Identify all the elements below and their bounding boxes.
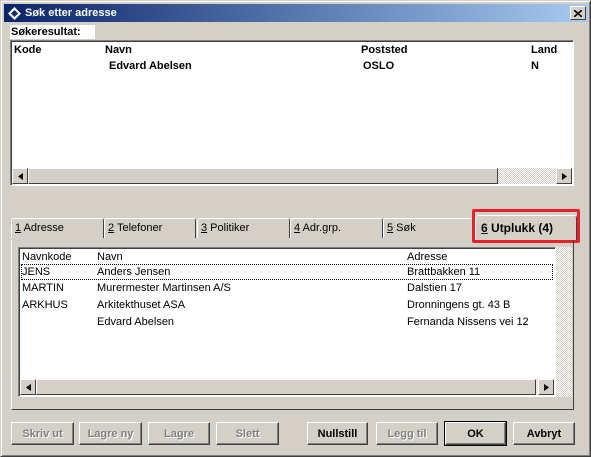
tab-adr-grp[interactable]: 4 Adr.grp. bbox=[290, 218, 383, 238]
cell-navn: Anders Jensen bbox=[97, 266, 171, 278]
list-item[interactable]: ARKHUS Arkitekthuset ASA Dronningens gt.… bbox=[21, 298, 553, 314]
lagre-ny-button[interactable]: Lagre ny bbox=[79, 422, 142, 445]
list-hscrollbar[interactable] bbox=[20, 379, 554, 395]
arrow-right-icon bbox=[543, 383, 549, 391]
cell-poststed: OSLO bbox=[363, 60, 395, 72]
list-item[interactable]: Edvard Abelsen Fernanda Nissens vei 12 bbox=[21, 315, 553, 331]
column-header-navn[interactable]: Navn bbox=[105, 44, 132, 56]
tab-adresse[interactable]: 1 Adresse bbox=[11, 218, 104, 238]
cell-adresse: Dalstien 17 bbox=[407, 282, 463, 294]
column-header-navn[interactable]: Navn bbox=[97, 251, 123, 263]
highlight-annotation bbox=[472, 209, 580, 243]
cell-navn: Edvard Abelsen bbox=[109, 60, 192, 72]
skriv-ut-button[interactable]: Skriv ut bbox=[11, 422, 74, 445]
list-header: Navnkode Navn Adresse bbox=[21, 250, 553, 264]
slett-button[interactable]: Slett bbox=[216, 422, 279, 445]
arrow-left-icon bbox=[25, 383, 31, 391]
column-header-land[interactable]: Land bbox=[531, 44, 557, 56]
column-header-poststed[interactable]: Poststed bbox=[361, 44, 407, 56]
utplukk-list[interactable]: Navnkode Navn Adresse JENS Anders Jensen… bbox=[18, 247, 556, 397]
legg-til-button[interactable]: Legg til bbox=[376, 422, 438, 445]
arrow-left-icon bbox=[17, 172, 23, 180]
scroll-right-button[interactable] bbox=[556, 168, 572, 184]
window-title: Søk etter adresse bbox=[25, 7, 117, 19]
arrow-right-icon bbox=[561, 172, 567, 180]
list-item[interactable]: MARTIN Murermester Martinsen A/S Dalstie… bbox=[21, 281, 553, 297]
tab-sok[interactable]: 5 Søk bbox=[383, 218, 475, 238]
results-header: Kode Navn Poststed Land bbox=[13, 43, 571, 58]
scroll-right-button[interactable] bbox=[538, 379, 554, 395]
cell-navn: Murermester Martinsen A/S bbox=[97, 282, 231, 294]
column-header-adresse[interactable]: Adresse bbox=[407, 251, 447, 263]
nullstill-button[interactable]: Nullstill bbox=[307, 422, 368, 445]
list-vscrollbar[interactable] bbox=[556, 247, 572, 397]
lagre-button[interactable]: Lagre bbox=[148, 422, 210, 445]
cell-adresse: Brattbakken 11 bbox=[407, 266, 481, 278]
cell-navnkode: ARKHUS bbox=[22, 299, 68, 311]
cell-land: N bbox=[531, 60, 539, 72]
close-button[interactable] bbox=[570, 6, 586, 20]
avbryt-button[interactable]: Avbryt bbox=[513, 422, 575, 445]
scroll-left-button[interactable] bbox=[12, 168, 28, 184]
results-hscrollbar[interactable] bbox=[12, 168, 572, 184]
table-row[interactable]: Edvard Abelsen OSLO N bbox=[13, 59, 571, 73]
list-item[interactable]: JENS Anders Jensen Brattbakken 11 bbox=[21, 264, 553, 280]
column-header-kode[interactable]: Kode bbox=[14, 44, 42, 56]
title-bar[interactable]: Søk etter adresse bbox=[4, 4, 588, 22]
results-label: Søkeresultat: bbox=[10, 25, 95, 39]
ok-button[interactable]: OK bbox=[444, 421, 507, 446]
app-icon bbox=[7, 6, 21, 20]
tab-telefoner[interactable]: 2 Telefoner bbox=[104, 218, 196, 238]
cell-navn: Edvard Abelsen bbox=[97, 316, 175, 328]
cell-adresse: Dronningens gt. 43 B bbox=[407, 299, 511, 311]
cell-navn: Arkitekthuset ASA bbox=[97, 299, 186, 311]
close-icon bbox=[574, 9, 582, 17]
scroll-thumb[interactable] bbox=[36, 379, 536, 395]
results-table[interactable]: Kode Navn Poststed Land Edvard Abelsen O… bbox=[10, 40, 574, 186]
scroll-thumb[interactable] bbox=[28, 168, 498, 184]
cell-navnkode: MARTIN bbox=[22, 282, 64, 294]
cell-adresse: Fernanda Nissens vei 12 bbox=[407, 316, 529, 328]
cell-navnkode: JENS bbox=[22, 266, 51, 278]
column-header-navnkode[interactable]: Navnkode bbox=[22, 251, 72, 263]
tab-politiker[interactable]: 3 Politiker bbox=[197, 218, 290, 238]
scroll-left-button[interactable] bbox=[20, 379, 36, 395]
